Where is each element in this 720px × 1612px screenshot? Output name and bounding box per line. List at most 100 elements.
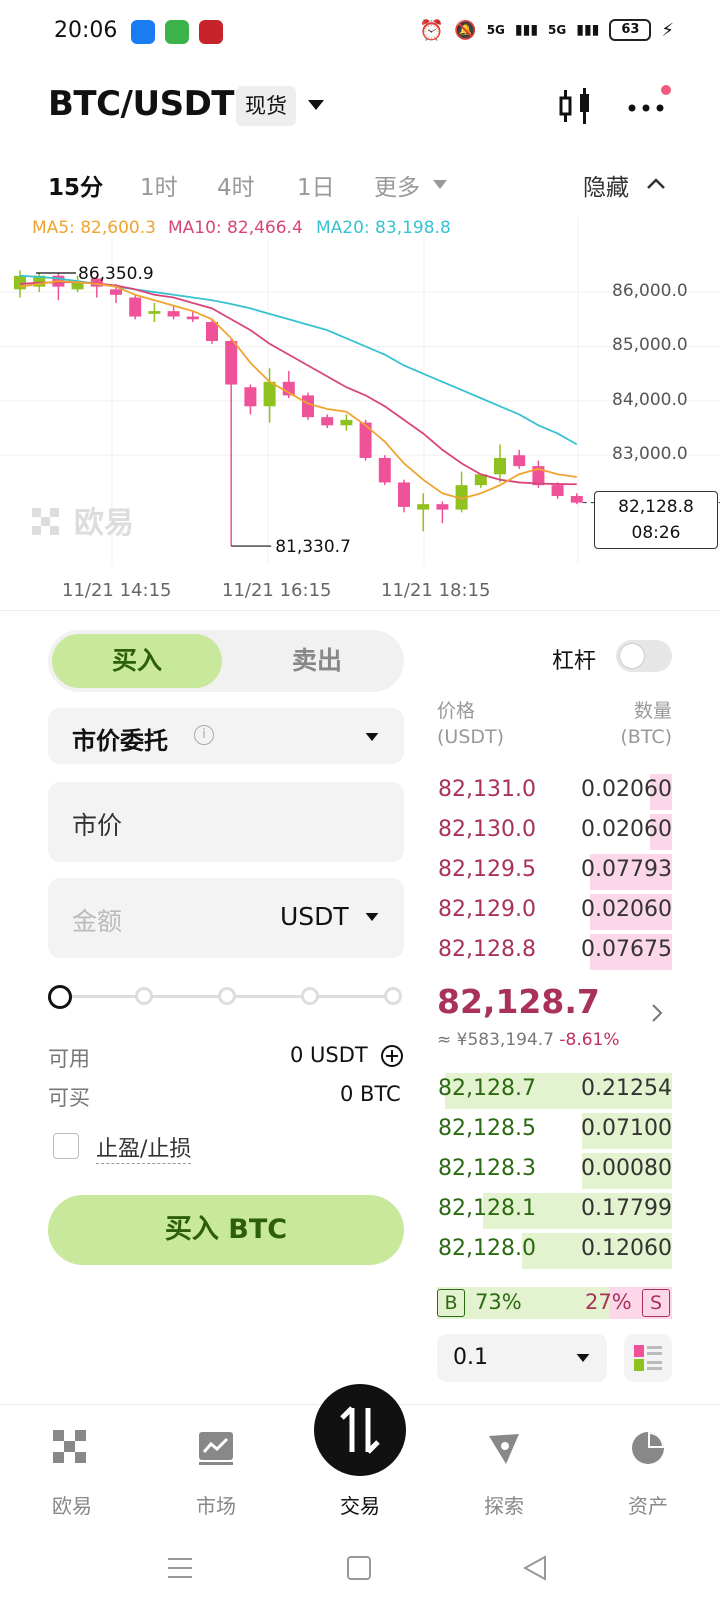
slider-step-50[interactable] — [218, 987, 236, 1005]
nav-assets[interactable]: 资产 — [598, 1490, 698, 1519]
candle-body — [436, 504, 449, 510]
tab-1h[interactable]: 1时 — [140, 168, 178, 202]
tab-1d[interactable]: 1日 — [297, 168, 335, 202]
ask-price: 82,129.0 — [438, 897, 536, 922]
chevron-right-icon[interactable] — [650, 1002, 664, 1024]
sell-tab[interactable]: 卖出 — [232, 634, 402, 688]
buy-ratio-value: 73% — [475, 1290, 522, 1314]
ma10-line — [19, 281, 577, 486]
okx-logo-icon[interactable] — [53, 1430, 89, 1466]
add-funds-icon[interactable] — [380, 1044, 404, 1068]
candle-body — [398, 482, 410, 507]
order-type-select[interactable]: 市价委托 i — [48, 708, 404, 764]
ask-qty: 0.02060 — [581, 897, 672, 922]
tpsl-label[interactable]: 止盈/止损 — [96, 1131, 192, 1164]
slider-step-25[interactable] — [135, 987, 153, 1005]
available-value: 0 USDT — [290, 1043, 368, 1067]
status-bar: 20:06 ⏰ 🔕 5G ▮▮▮ 5G ▮▮▮ 63 ⚡ — [0, 0, 720, 64]
candle-body — [494, 457, 506, 475]
bid-price: 82,128.3 — [438, 1156, 536, 1181]
nav-okx[interactable]: 欧易 — [22, 1490, 122, 1519]
candle-body — [417, 504, 430, 510]
candle-body — [340, 419, 353, 426]
trading-pair-title[interactable]: BTC/USDT — [48, 84, 235, 124]
bid-qty: 0.12060 — [581, 1236, 672, 1261]
amount-placeholder: 金额 — [72, 907, 123, 936]
bid-row[interactable]: 82,128.1 0.17799 — [430, 1193, 672, 1229]
system-home-icon[interactable] — [346, 1555, 372, 1581]
buy-btc-button[interactable]: 买入 BTC — [48, 1195, 404, 1265]
candle-body — [148, 311, 161, 314]
trade-center-button[interactable] — [314, 1384, 406, 1476]
orderbook-layout-button[interactable] — [624, 1334, 672, 1382]
chart-divider — [0, 610, 720, 611]
trade-swap-icon — [340, 1406, 380, 1454]
available-label: 可用 — [48, 1047, 90, 1071]
ask-row[interactable]: 82,131.0 0.02060 — [430, 774, 672, 810]
mid-price[interactable]: 82,128.7 — [437, 982, 600, 1021]
x-tick-label: 11/21 16:15 — [222, 580, 332, 601]
assets-pie-icon[interactable] — [630, 1430, 666, 1466]
more-options-icon[interactable] — [626, 96, 670, 116]
amount-input[interactable]: 金额 USDT — [48, 878, 404, 958]
candle-body — [263, 381, 276, 407]
bid-price: 82,128.7 — [438, 1076, 536, 1101]
tab-more[interactable]: 更多 — [374, 168, 420, 202]
precision-select[interactable]: 0.1 — [437, 1334, 607, 1382]
exchange-watermark: 欧易 — [32, 506, 134, 541]
ask-price: 82,130.0 — [438, 817, 536, 842]
system-back-icon[interactable] — [522, 1555, 548, 1581]
pair-dropdown-icon[interactable] — [308, 100, 324, 110]
explore-icon[interactable] — [486, 1430, 522, 1466]
signal-bars-2-icon: ▮▮▮ — [576, 22, 600, 38]
can-buy-value: 0 BTC — [340, 1082, 401, 1106]
buy-tab[interactable]: 买入 — [52, 634, 222, 688]
info-icon[interactable]: i — [194, 725, 214, 745]
ask-price: 82,129.5 — [438, 857, 536, 882]
tab-15m[interactable]: 15分 — [48, 168, 103, 202]
market-chart-icon[interactable] — [198, 1430, 234, 1466]
candle-body — [302, 395, 314, 418]
ma20-legend: MA20: 83,198.8 — [316, 218, 451, 238]
order-type-dropdown-icon — [365, 733, 379, 741]
nav-trade[interactable]: 交易 — [310, 1490, 410, 1519]
slider-step-75[interactable] — [301, 987, 319, 1005]
bank-app-icon — [199, 20, 223, 44]
amount-unit-select[interactable]: USDT — [280, 902, 349, 931]
chevron-up-icon[interactable] — [646, 176, 666, 190]
more-dropdown-icon[interactable] — [433, 180, 447, 189]
ask-row[interactable]: 82,130.0 0.02060 — [430, 814, 672, 850]
nav-explore[interactable]: 探索 — [454, 1490, 554, 1519]
mid-price-cny: ≈ ¥583,194.7 -8.61% — [437, 1030, 620, 1050]
system-menu-icon[interactable] — [166, 1555, 194, 1581]
nav-market[interactable]: 市场 — [166, 1490, 266, 1519]
bid-row[interactable]: 82,128.0 0.12060 — [430, 1233, 672, 1269]
tpsl-checkbox[interactable] — [53, 1133, 79, 1159]
tab-4h[interactable]: 4时 — [217, 168, 255, 202]
watermark-text: 欧易 — [74, 506, 134, 541]
signal-5g-2-icon: 5G — [548, 23, 567, 37]
candle-body — [513, 455, 526, 467]
ask-row[interactable]: 82,129.0 0.02060 — [430, 894, 672, 930]
last-price-tag: 82,128.8 08:26 — [594, 491, 718, 549]
bid-row[interactable]: 82,128.7 0.21254 — [430, 1073, 672, 1109]
status-time: 20:06 — [54, 18, 118, 43]
slider-step-100[interactable] — [384, 987, 402, 1005]
candle-body — [244, 387, 257, 407]
candlestick-chart[interactable]: 欧易 86,350.9 81,330.7 — [0, 218, 720, 608]
sell-ratio-tag: S — [642, 1289, 670, 1317]
slider-handle[interactable] — [48, 985, 72, 1009]
bid-price: 82,128.0 — [438, 1236, 536, 1261]
ask-row[interactable]: 82,129.5 0.07793 — [430, 854, 672, 890]
bid-row[interactable]: 82,128.3 0.00080 — [430, 1153, 672, 1189]
candle-body — [378, 457, 391, 483]
unit-dropdown-icon[interactable] — [365, 913, 379, 921]
precision-dropdown-icon — [576, 1354, 590, 1362]
last-price-value: 82,128.8 — [618, 497, 694, 517]
candlestick-chart-icon[interactable] — [556, 86, 596, 126]
bid-row[interactable]: 82,128.5 0.07100 — [430, 1113, 672, 1149]
order-type-value: 市价委托 — [72, 727, 168, 755]
candle-body — [225, 341, 238, 385]
hide-chart-button[interactable]: 隐藏 — [583, 168, 629, 202]
ask-row[interactable]: 82,128.8 0.07675 — [430, 934, 672, 970]
